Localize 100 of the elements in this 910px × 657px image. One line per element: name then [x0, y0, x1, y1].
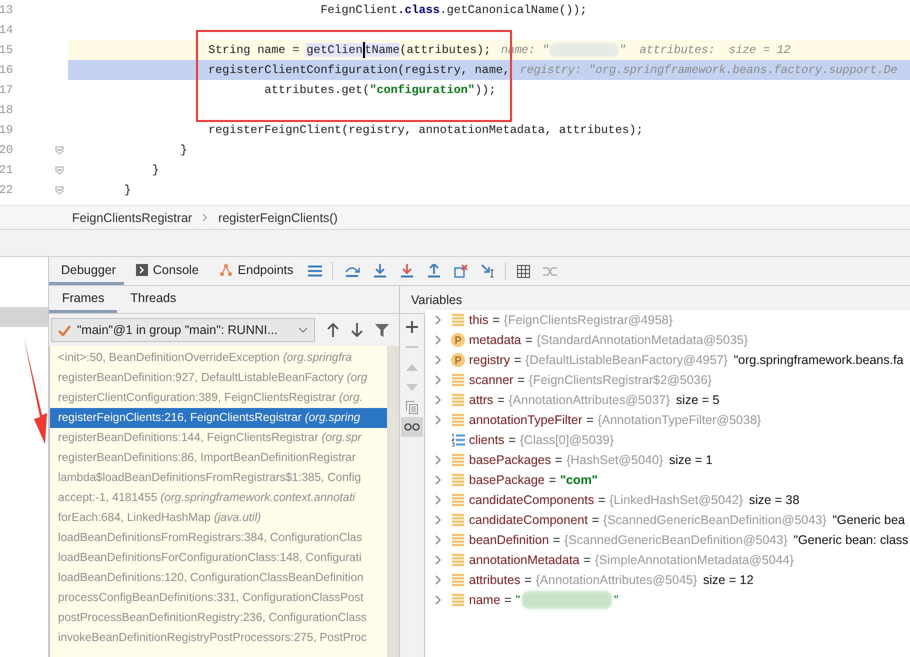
variable-name: attributes [469, 573, 520, 587]
equals-sign: = [508, 433, 516, 447]
stack-frame[interactable]: loadBeanDefinitionsFromRegistrars:384, ConfigurationClas [50, 528, 387, 548]
stack-frame[interactable]: registerBeanDefinitions:144, FeignClientsRegistrar (org.spr [50, 428, 387, 448]
menu-icon[interactable] [308, 265, 322, 277]
thread-dropdown[interactable]: "main"@1 in group "main": RUNNI... [51, 318, 315, 342]
expand-chevron-icon[interactable] [435, 535, 441, 545]
console-icon [136, 264, 148, 276]
variable-name: name [469, 593, 500, 607]
breadcrumb-item[interactable]: FeignClientsRegistrar [72, 210, 192, 224]
variable-name: beanDefinition [469, 533, 549, 547]
code-text: )); [474, 83, 496, 97]
streams-icon[interactable] [543, 264, 558, 278]
watches-icon[interactable] [401, 417, 423, 437]
equals-sign: = [548, 473, 556, 487]
expand-chevron-icon[interactable] [435, 575, 441, 585]
expand-chevron-icon[interactable] [435, 415, 441, 425]
equals-sign: = [592, 513, 600, 527]
variable-value: {Class[0]@5039} [520, 433, 614, 447]
expand-chevron-icon[interactable] [435, 355, 441, 365]
drop-frame-icon[interactable] [454, 264, 468, 278]
expand-chevron-icon[interactable] [435, 375, 441, 385]
run-to-cursor-icon[interactable] [481, 264, 496, 278]
code-text: registerClientConfiguration(registry, name, [207, 63, 510, 77]
debugger-tab[interactable]: Endpoints [206, 257, 302, 285]
chevron-icon [202, 213, 208, 222]
equals-sign: = [525, 333, 532, 347]
fold-marker-icon[interactable] [55, 146, 64, 154]
code-text: FeignClient [319, 3, 398, 17]
quote-mark: " [614, 593, 618, 607]
expand-chevron-icon[interactable] [435, 315, 441, 325]
arrow-up-icon[interactable] [327, 323, 339, 337]
value-description: "Generic bean: class [794, 533, 908, 547]
expand-chevron-icon[interactable] [435, 475, 441, 485]
table-icon[interactable] [517, 264, 530, 278]
equals-sign: = [586, 413, 594, 427]
variable-value: {ScannedGenericBeanDefinition@5043} [603, 513, 826, 527]
expand-chevron-icon[interactable] [435, 595, 441, 605]
variable-name: attrs [469, 393, 494, 407]
equals-sign: = [514, 353, 522, 367]
panel-title: Variables [411, 292, 462, 306]
value-description: "Generic bea [832, 513, 905, 527]
variable-name: candidateComponents [469, 493, 594, 507]
stack-frame[interactable]: processConfigBeanDefinitions:331, ConfigurationClassPost [50, 588, 387, 608]
arrow-down-icon[interactable] [351, 323, 363, 337]
expand-chevron-icon[interactable] [435, 555, 441, 565]
step-into-icon[interactable] [373, 264, 388, 278]
stack-frame[interactable]: registerClientConfiguration:389, FeignClientsRegistrar (org. [50, 388, 387, 408]
inline-value-hint: " attributes: size = 12 [618, 43, 790, 57]
nodes-icon [218, 262, 233, 276]
code-text: .getCanonicalName()); [440, 3, 588, 17]
stack-frame[interactable]: loadBeanDefinitionsForConfigurationClass:148, Configurati [50, 548, 387, 568]
step-over-icon[interactable] [344, 264, 360, 278]
stack-frame[interactable]: invokeBeanDefinitionRegistryPostProcessors:275, PostProc [50, 628, 387, 648]
expand-chevron-icon[interactable] [435, 515, 441, 525]
variable-value: {ScannedGenericBeanDefinition@5043} [564, 533, 788, 547]
parameter-icon [451, 333, 465, 347]
text-caret [362, 42, 365, 58]
expand-chevron-icon[interactable] [435, 495, 441, 505]
variable-value: {SimpleAnnotationMetadata@5044} [594, 553, 794, 567]
stack-frame[interactable]: registerBeanDefinition:927, DefaultListableBeanFactory (org [50, 368, 387, 388]
variable-value: "com" [560, 473, 598, 487]
step-out-icon[interactable] [427, 264, 442, 278]
code-text: } [151, 163, 160, 177]
stack-frame[interactable]: loadBeanDefinitions:120, ConfigurationClassBeanDefinition [50, 568, 387, 588]
breadcrumb-item[interactable]: registerFeignClients() [218, 210, 338, 224]
expand-chevron-icon[interactable] [435, 335, 441, 345]
variable-value: {StandardAnnotationMetadata@5035} [536, 333, 748, 347]
stack-frame[interactable]: registerFeignClients:216, FeignClientsRegistrar (org.spring [50, 408, 387, 428]
fold-marker-icon[interactable] [55, 186, 64, 194]
filter-icon[interactable] [375, 323, 389, 337]
checkmark-icon [58, 324, 71, 336]
stack-frame[interactable]: lambda$loadBeanDefinitionsFromRegistrars$1:385, Config [50, 468, 387, 488]
code-text: "configuration" [370, 83, 475, 97]
equals-sign: = [584, 553, 591, 567]
stack-frame[interactable]: registerBeanDefinitions:86, ImportBeanDefinitionRegistrar [50, 448, 387, 468]
code-text: String name = [207, 43, 300, 57]
expand-chevron-icon[interactable] [435, 455, 441, 465]
stack-frame[interactable]: forEach:684, LinkedHashMap (java.util) [50, 508, 387, 528]
variable-name: clients [469, 433, 504, 447]
fold-marker-icon[interactable] [55, 166, 64, 174]
variable-name: scanner [469, 373, 514, 387]
field-icon [451, 313, 465, 327]
highlighted-identifier: getClien [306, 43, 363, 57]
code-text: attributes.get( [263, 83, 370, 97]
stack-frame[interactable]: accept:-1, 4181455 (org.springframework.context.annotati [50, 488, 387, 508]
field-icon [451, 393, 465, 407]
field-icon [451, 533, 465, 547]
panel-tab[interactable]: Threads [117, 286, 190, 313]
stack-frame[interactable]: postProcessBeanDefinitionRegistry:236, ConfigurationClass [50, 608, 387, 628]
debugger-tab[interactable]: Console [124, 257, 207, 285]
equals-sign: = [552, 533, 560, 547]
code-text: } [123, 183, 132, 197]
field-icon [451, 513, 465, 527]
highlighted-identifier: tName [364, 43, 400, 57]
expand-chevron-icon[interactable] [435, 395, 441, 405]
variable-value: {HashSet@5040} [566, 453, 664, 467]
force-step-into-icon[interactable] [400, 264, 414, 278]
code-text: } [179, 143, 188, 157]
stack-frame[interactable]: <init>:50, BeanDefinitionOverrideException (org.springfra [50, 348, 387, 368]
